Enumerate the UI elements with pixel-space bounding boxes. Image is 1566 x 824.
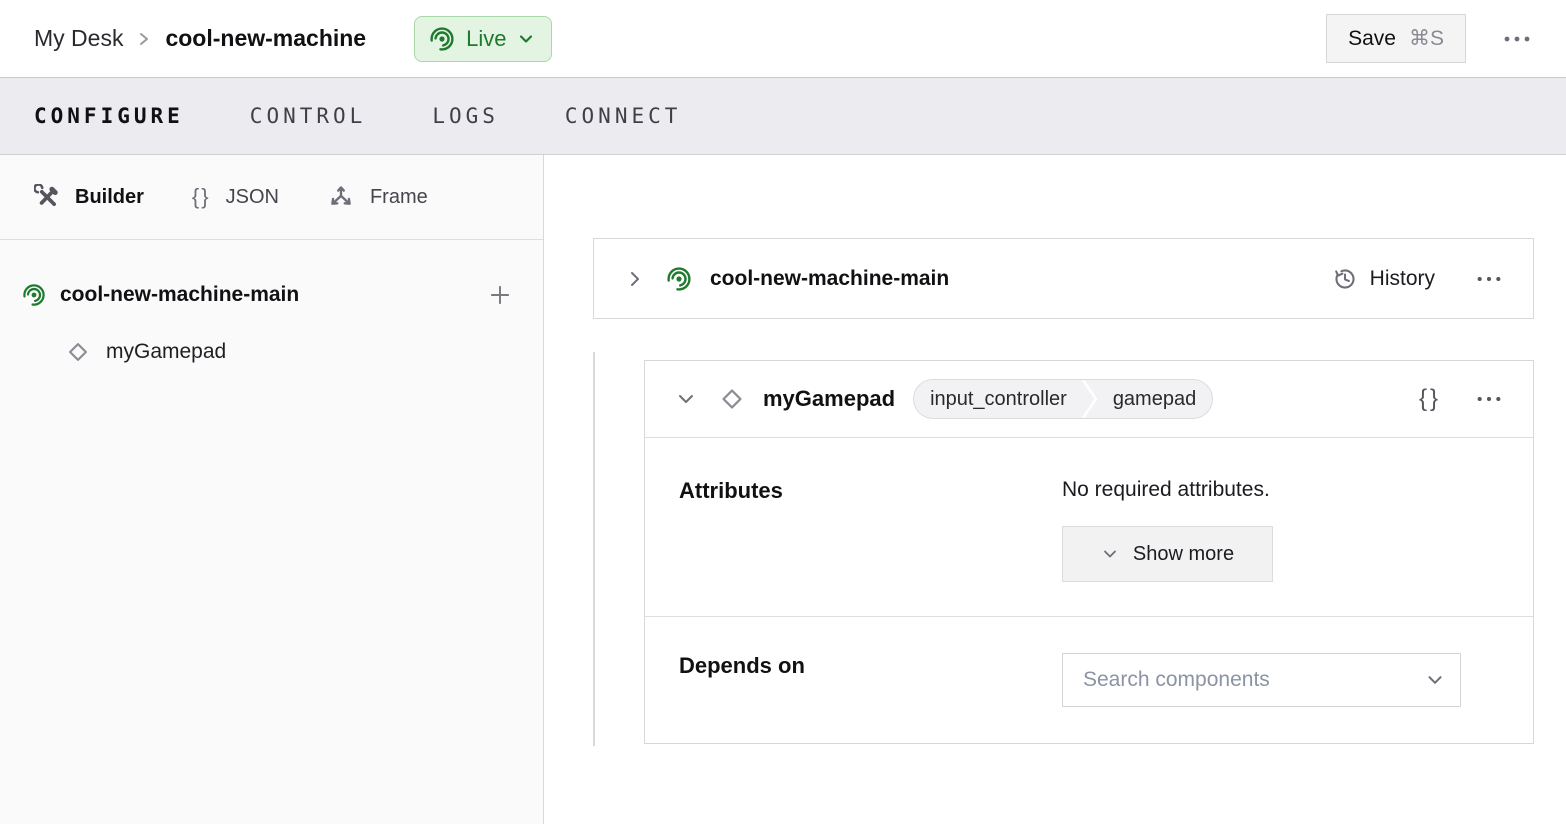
badge-type-label: input_controller [914, 380, 1083, 418]
mode-builder[interactable]: Builder [34, 184, 144, 210]
mode-frame[interactable]: Frame [327, 184, 428, 210]
component-card-menu-button[interactable] [1475, 395, 1503, 403]
save-shortcut-hint: ⌘S [1409, 26, 1444, 51]
machine-tree: cool-new-machine-main myGamepad [0, 240, 543, 380]
component-card: myGamepad input_controller gamepad {} [644, 360, 1534, 744]
tab-configure[interactable]: CONFIGURE [34, 100, 184, 132]
config-sidebar: Builder {} JSON Frame [0, 155, 544, 824]
content-area: Builder {} JSON Frame [0, 155, 1566, 824]
component-title: myGamepad [763, 386, 895, 412]
breadcrumb-chevron-icon [137, 29, 151, 49]
expand-machine-card-button[interactable] [624, 268, 646, 290]
history-icon [1332, 266, 1358, 292]
mode-json-label: JSON [226, 186, 279, 209]
tree-item-component[interactable]: myGamepad [0, 324, 543, 380]
chevron-down-icon [1101, 545, 1119, 563]
history-button-label: History [1370, 267, 1435, 291]
depends-on-label: Depends on [679, 653, 1062, 707]
show-more-button[interactable]: Show more [1062, 526, 1273, 582]
component-card-actions: {} [1419, 385, 1503, 413]
badge-model-label: gamepad [1097, 380, 1212, 418]
component-diamond-icon [64, 338, 92, 366]
tab-control[interactable]: CONTROL [250, 100, 367, 132]
search-components-input[interactable] [1062, 653, 1461, 707]
machine-part-card: cool-new-machine-main History [593, 238, 1534, 319]
topbar-menu-button[interactable] [1502, 35, 1532, 43]
mode-builder-label: Builder [75, 186, 144, 209]
breadcrumb: My Desk cool-new-machine [34, 25, 366, 52]
view-mode-switcher: Builder {} JSON Frame [0, 155, 543, 240]
braces-icon: {} [1419, 385, 1441, 413]
machine-live-icon [429, 26, 455, 52]
live-status-dropdown[interactable]: Live [414, 16, 552, 62]
chevron-right-icon [624, 268, 646, 290]
machine-card-actions: History [1332, 266, 1503, 292]
attributes-section: Attributes No required attributes. Show … [645, 437, 1533, 616]
history-button[interactable]: History [1332, 266, 1435, 292]
topbar: My Desk cool-new-machine Live Save ⌘S [0, 0, 1566, 77]
attributes-empty-text: No required attributes. [1062, 478, 1503, 502]
save-button[interactable]: Save ⌘S [1326, 14, 1466, 63]
tab-connect[interactable]: CONNECT [565, 100, 682, 132]
component-json-button[interactable]: {} [1419, 385, 1441, 413]
ellipsis-icon [1475, 395, 1503, 403]
component-type-badge: input_controller gamepad [913, 379, 1213, 419]
depends-on-body [1062, 653, 1503, 707]
machine-part-icon [666, 266, 692, 292]
save-button-label: Save [1348, 27, 1396, 51]
chevron-down-icon [517, 30, 535, 48]
machine-part-icon [22, 283, 46, 307]
collapse-component-card-button[interactable] [675, 388, 697, 410]
main-tabbar: CONFIGURE CONTROL LOGS CONNECT [0, 77, 1566, 155]
chevron-down-icon [675, 388, 697, 410]
ellipsis-icon [1502, 35, 1532, 43]
topbar-actions: Save ⌘S [1326, 14, 1532, 63]
attributes-label: Attributes [679, 478, 1062, 582]
tree-connector-line [593, 352, 595, 746]
braces-icon: {} [192, 184, 211, 210]
component-diamond-icon [717, 384, 747, 414]
tree-item-label: myGamepad [106, 340, 226, 364]
show-more-label: Show more [1133, 543, 1234, 566]
depends-on-select [1062, 653, 1461, 707]
mode-frame-label: Frame [370, 186, 428, 209]
machine-card-menu-button[interactable] [1475, 275, 1503, 283]
plus-icon [487, 282, 513, 308]
mode-json[interactable]: {} JSON [192, 184, 279, 210]
ellipsis-icon [1475, 275, 1503, 283]
machine-part-title: cool-new-machine-main [710, 267, 949, 291]
tools-icon [34, 184, 60, 210]
live-status-label: Live [466, 26, 506, 52]
tree-item-machine-part[interactable]: cool-new-machine-main [0, 266, 543, 324]
breadcrumb-current: cool-new-machine [165, 25, 366, 52]
depends-on-section: Depends on [645, 616, 1533, 743]
tab-logs[interactable]: LOGS [432, 100, 499, 132]
component-card-header: myGamepad input_controller gamepad {} [645, 361, 1533, 437]
add-component-button[interactable] [487, 282, 513, 308]
tree-item-label: cool-new-machine-main [60, 283, 299, 307]
breadcrumb-parent-link[interactable]: My Desk [34, 25, 123, 52]
config-main-panel: cool-new-machine-main History [544, 155, 1566, 824]
axes-icon [327, 184, 355, 210]
attributes-body: No required attributes. Show more [1062, 478, 1503, 582]
